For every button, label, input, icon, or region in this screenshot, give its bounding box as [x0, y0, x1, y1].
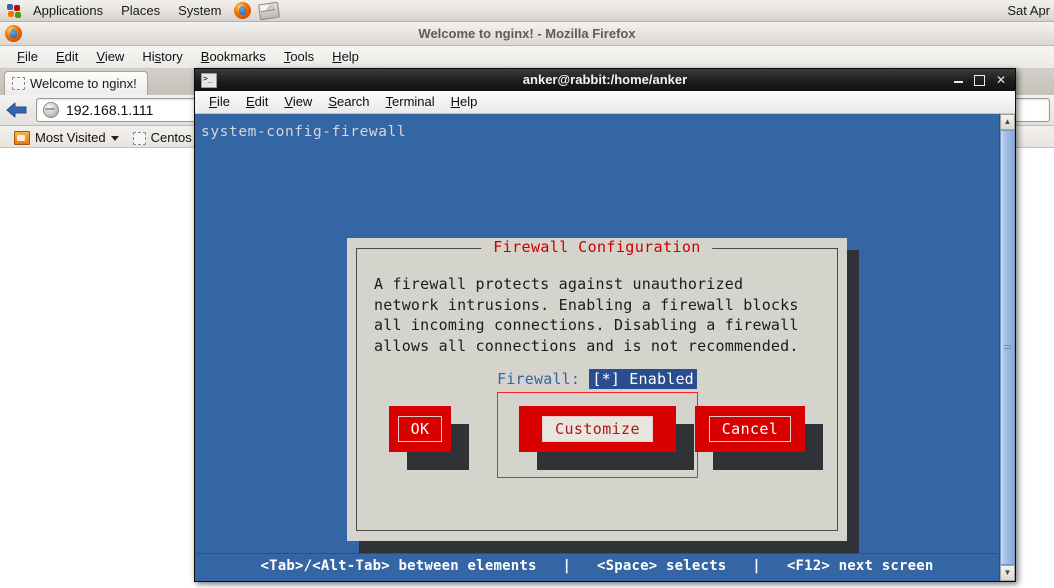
scroll-up-glyph: ▲ — [1003, 117, 1012, 126]
menu-help[interactable]: Help — [323, 46, 368, 68]
panel-menu-places[interactable]: Places — [112, 0, 169, 21]
evolution-mail-launcher-icon[interactable] — [258, 1, 281, 20]
cancel-button[interactable]: Cancel — [695, 406, 823, 470]
minimize-button[interactable] — [953, 81, 963, 83]
menu-tools[interactable]: Tools — [275, 46, 323, 68]
terminal-window: anker@rabbit:/home/anker ✕ File Edit Vie… — [194, 68, 1016, 582]
applications-grid-icon[interactable] — [7, 3, 22, 18]
firewall-configuration-dialog: Firewall Configuration A firewall protec… — [347, 238, 859, 553]
firefox-launcher-icon[interactable] — [234, 2, 252, 19]
menu-history[interactable]: History — [133, 46, 191, 68]
scroll-down-arrow-icon[interactable]: ▼ — [1000, 565, 1015, 581]
terminal-body: system-config-firewall Firewall Configur… — [195, 114, 1015, 581]
back-arrow-icon[interactable] — [4, 99, 30, 121]
menu-bookmarks[interactable]: Bookmarks — [192, 46, 275, 68]
globe-icon — [43, 102, 59, 118]
scrollbar-grip — [1004, 344, 1011, 351]
menu-file[interactable]: File — [8, 46, 47, 68]
gnome-top-panel: Applications Places System Sat Apr — [0, 0, 1054, 22]
terminal-titlebar[interactable]: anker@rabbit:/home/anker ✕ — [195, 69, 1015, 91]
firefox-titlebar: Welcome to nginx! - Mozilla Firefox — [0, 22, 1054, 46]
terminal-menu-file[interactable]: File — [201, 91, 238, 113]
menu-edit[interactable]: Edit — [47, 46, 87, 68]
firefox-menubar: File Edit View History Bookmarks Tools H… — [0, 46, 1054, 69]
folder-icon — [14, 131, 30, 145]
scroll-down-glyph: ▼ — [1003, 568, 1012, 577]
dialog-description: A firewall protects against unauthorized… — [374, 275, 799, 355]
close-icon[interactable]: ✕ — [996, 74, 1006, 86]
scrollbar-thumb[interactable] — [1000, 130, 1015, 565]
chevron-down-icon — [110, 135, 119, 141]
url-value: 192.168.1.111 — [66, 102, 154, 118]
tab-welcome-to-nginx[interactable]: Welcome to nginx! — [4, 71, 148, 95]
terminal-menu-view[interactable]: View — [276, 91, 320, 113]
ok-button[interactable]: OK — [389, 406, 469, 470]
maximize-button[interactable] — [973, 74, 985, 86]
firewall-toggle-checkbox[interactable]: [*] Enabled — [589, 369, 697, 389]
terminal-title: anker@rabbit:/home/anker — [522, 72, 688, 87]
terminal-scrollbar[interactable]: ▲ ▼ — [999, 114, 1015, 581]
terminal-menu-help[interactable]: Help — [443, 91, 486, 113]
dialog-help-statusline: <Tab>/<Alt-Tab> between elements | <Spac… — [197, 553, 997, 578]
terminal-menu-terminal[interactable]: Terminal — [378, 91, 443, 113]
terminal-screen[interactable]: system-config-firewall Firewall Configur… — [195, 114, 999, 581]
terminal-menu-edit[interactable]: Edit — [238, 91, 276, 113]
scroll-up-arrow-icon[interactable]: ▲ — [1000, 114, 1015, 130]
scrollbar-track[interactable] — [1000, 130, 1015, 565]
terminal-menubar: File Edit View Search Terminal Help — [195, 91, 1015, 114]
blank-favicon-icon — [132, 131, 146, 145]
ok-button-label: OK — [397, 416, 443, 442]
panel-menu-applications[interactable]: Applications — [24, 0, 112, 21]
firewall-toggle-row: Firewall: [*] Enabled — [347, 369, 847, 389]
dialog-title: Firewall Configuration — [481, 239, 713, 255]
customize-button[interactable]: Customize — [497, 392, 698, 478]
terminal-command-line: system-config-firewall — [201, 124, 407, 140]
panel-clock[interactable]: Sat Apr — [1007, 3, 1054, 18]
firewall-toggle-label: Firewall: — [497, 370, 581, 388]
panel-menu-system[interactable]: System — [169, 0, 230, 21]
cancel-button-label: Cancel — [708, 416, 792, 442]
menu-view[interactable]: View — [87, 46, 133, 68]
customize-button-label: Customize — [542, 416, 653, 442]
firefox-title: Welcome to nginx! - Mozilla Firefox — [418, 26, 636, 41]
tab-label: Welcome to nginx! — [30, 76, 137, 91]
dialog-button-row: OK Customize Cancel — [347, 392, 847, 492]
terminal-menu-search[interactable]: Search — [320, 91, 377, 113]
blank-favicon-icon — [12, 77, 25, 90]
